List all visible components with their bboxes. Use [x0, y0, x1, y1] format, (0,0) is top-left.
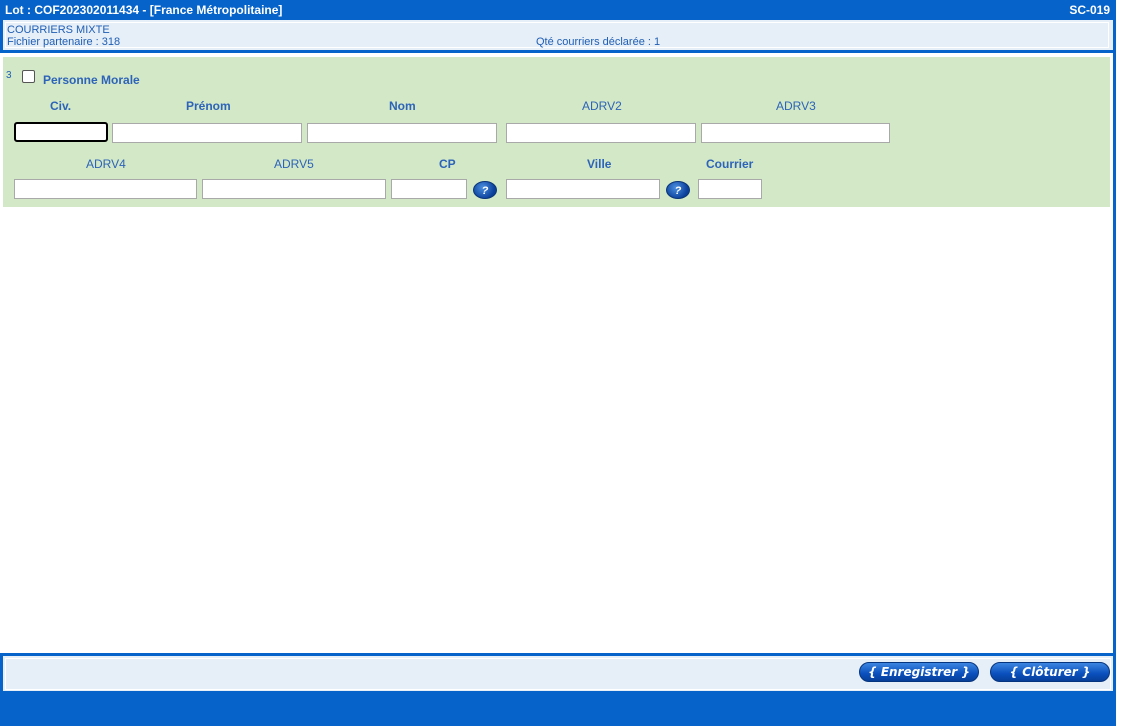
declared-quantity: Qté courriers déclarée : 1 — [536, 36, 661, 48]
personne-morale-checkbox[interactable] — [22, 70, 35, 83]
courrier-input[interactable] — [698, 179, 762, 199]
cp-input[interactable] — [391, 179, 467, 199]
cp-label: CP — [439, 157, 456, 171]
prenom-input[interactable] — [112, 123, 302, 143]
app-window: Lot : COF202302011434 - [France Métropol… — [0, 0, 1136, 726]
info-panel-inner: COURRIERS MIXTE Fichier partenaire : 318… — [5, 22, 1109, 48]
row-number: 3 — [6, 70, 12, 81]
adrv3-label: ADRV3 — [776, 99, 816, 113]
footer-inner: { Enregistrer } { Clôturer } — [5, 658, 1111, 690]
info-panel: COURRIERS MIXTE Fichier partenaire : 318… — [0, 20, 1116, 53]
title-bar: Lot : COF202302011434 - [France Métropol… — [0, 0, 1116, 20]
adrv4-input[interactable] — [14, 179, 197, 199]
lot-title: Lot : COF202302011434 - [France Métropol… — [5, 3, 283, 17]
adrv4-label: ADRV4 — [86, 157, 126, 171]
civ-input[interactable] — [14, 122, 108, 142]
close-lot-button[interactable]: { Clôturer } — [990, 662, 1110, 682]
nom-label: Nom — [389, 99, 416, 113]
mail-type: COURRIERS MIXTE — [7, 24, 110, 36]
main-area: 3 Personne Morale Civ. Prénom Nom ADRV2 … — [0, 53, 1116, 653]
ville-label: Ville — [587, 157, 612, 171]
adrv5-input[interactable] — [202, 179, 386, 199]
ville-help-icon[interactable]: ? — [666, 181, 690, 199]
adrv2-label: ADRV2 — [582, 99, 622, 113]
prenom-label: Prénom — [186, 99, 231, 113]
courrier-label: Courrier — [706, 157, 754, 171]
partner-file: Fichier partenaire : 318 — [7, 36, 121, 48]
adrv2-input[interactable] — [506, 123, 696, 143]
nom-input[interactable] — [307, 123, 497, 143]
bottom-status-bar — [0, 691, 1116, 726]
personne-morale-label: Personne Morale — [43, 73, 140, 87]
adrv5-label: ADRV5 — [274, 157, 314, 171]
entry-form: 3 Personne Morale Civ. Prénom Nom ADRV2 … — [3, 57, 1110, 207]
adrv3-input[interactable] — [701, 123, 890, 143]
footer-bar: { Enregistrer } { Clôturer } — [0, 653, 1116, 691]
civ-label: Civ. — [50, 99, 72, 113]
ville-input[interactable] — [506, 179, 660, 199]
screen-code: SC-019 — [1069, 3, 1110, 17]
cp-help-icon[interactable]: ? — [473, 181, 497, 199]
save-button[interactable]: { Enregistrer } — [859, 662, 979, 682]
